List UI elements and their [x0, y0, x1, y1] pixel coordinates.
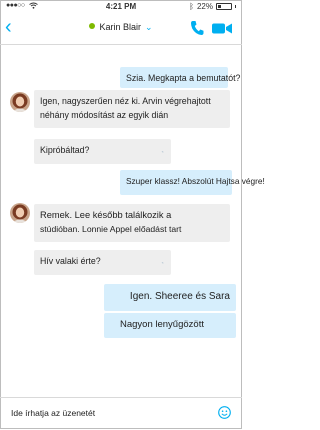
chevron-down-icon: ⌄ [144, 22, 153, 32]
video-call-icon[interactable] [212, 22, 232, 35]
message-text-line: néhány módosítást az egyik dián [40, 110, 169, 120]
bluetooth-icon: ᛒ [189, 2, 194, 11]
compose-bar [0, 397, 242, 430]
sent-status-icon: ◔ [160, 150, 164, 156]
message-bubble-outgoing[interactable]: Szia. Megkapta a bemutatót? [120, 67, 240, 88]
message-text: Szia. Megkapta a bemutatót? [126, 73, 241, 83]
contact-avatar[interactable] [10, 92, 30, 112]
battery-icon [216, 3, 232, 10]
battery-tip [235, 5, 236, 8]
emoji-icon[interactable] [218, 406, 231, 419]
avatar-portrait-icon [10, 203, 30, 223]
battery-percent: 22% [196, 2, 213, 11]
message-text-line: stúdióban. Lonnie Appel előadást tart [40, 224, 182, 234]
presence-online-icon [89, 23, 96, 29]
message-bubble-incoming[interactable]: Kipróbáltad? ◔ [34, 139, 171, 164]
contact-selector[interactable]: Karin Blair ⌄ [0, 22, 242, 33]
avatar-portrait-icon [10, 92, 30, 112]
message-text: Szuper klassz! Abszolút Hajtsa végre! [126, 176, 265, 186]
contact-name: Karin Blair [99, 22, 141, 32]
battery-area: ᛒ 22% [189, 2, 236, 11]
message-bubble-outgoing[interactable]: Nagyon lenyűgözött [104, 313, 236, 338]
sent-status-icon: ◔ [160, 261, 164, 267]
message-bubble-incoming[interactable]: Remek. Lee később találkozik a stúdióban… [34, 204, 230, 242]
message-bubble-incoming[interactable]: Hív valaki érte? ◔ [34, 250, 171, 275]
message-input[interactable] [11, 408, 191, 418]
message-text: Hív valaki érte? [40, 256, 101, 266]
chat-header: ‹ Karin Blair ⌄ [0, 14, 242, 45]
message-text: Igen. Sheeree és Sara [129, 291, 230, 302]
message-bubble-outgoing[interactable]: Szuper klassz! Abszolút Hajtsa végre! [120, 170, 265, 195]
status-bar: ●●●○○ 4:21 PM ᛒ 22% [0, 0, 242, 14]
message-text: Kipróbáltad? [40, 145, 90, 155]
message-text: Nagyon lenyűgözött [120, 319, 204, 330]
message-text-line: Remek. Lee később találkozik a [40, 210, 172, 220]
message-bubble-outgoing[interactable]: Igen. Sheeree és Sara [104, 284, 236, 311]
contact-avatar[interactable] [10, 203, 30, 223]
message-text-line: Igen, nagyszerűen néz ki. Arvin végrehaj… [40, 96, 211, 106]
phone-call-icon[interactable] [190, 20, 204, 36]
message-bubble-incoming[interactable]: Igen, nagyszerűen néz ki. Arvin végrehaj… [34, 90, 230, 128]
